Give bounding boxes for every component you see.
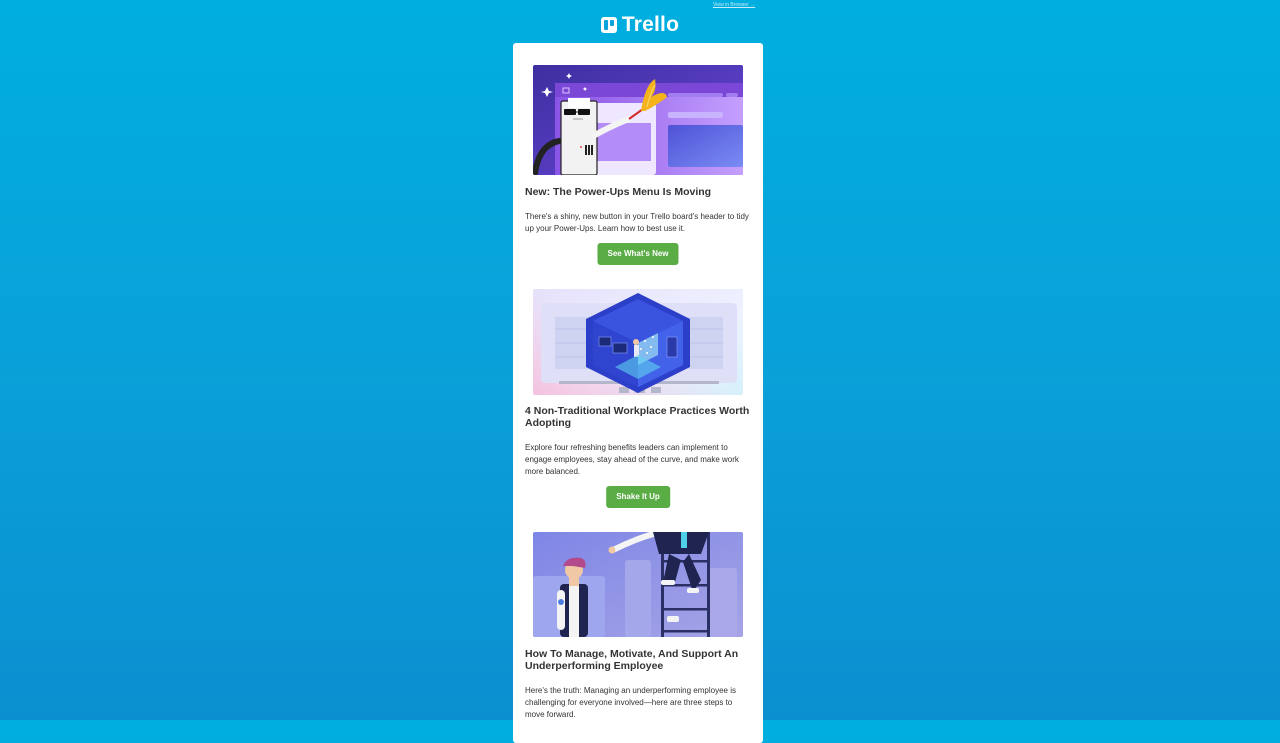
- article-description: Explore four refreshing benefits leaders…: [525, 443, 739, 476]
- power-ups-illustration: [533, 65, 743, 175]
- article-title: How To Manage, Motivate, And Support An …: [525, 648, 739, 672]
- article-title: 4 Non-Traditional Workplace Practices Wo…: [525, 405, 750, 429]
- logo-text: Trello: [621, 13, 680, 36]
- see-whats-new-button[interactable]: See What's New: [597, 243, 679, 265]
- trello-logo[interactable]: Trello: [0, 13, 1280, 37]
- article-title: New: The Power-Ups Menu Is Moving: [525, 186, 712, 198]
- view-in-browser-link[interactable]: View in Browser →: [713, 2, 755, 8]
- email-card: New: The Power-Ups Menu Is Moving There'…: [513, 43, 763, 743]
- article-description: Here's the truth: Managing an underperfo…: [525, 686, 736, 719]
- ladder-illustration: [533, 532, 743, 637]
- isometric-room-illustration: [533, 289, 743, 395]
- article-description: There's a shiny, new button in your Trel…: [525, 212, 749, 233]
- trello-board-icon: [600, 17, 617, 33]
- shake-it-up-button[interactable]: Shake It Up: [606, 486, 670, 508]
